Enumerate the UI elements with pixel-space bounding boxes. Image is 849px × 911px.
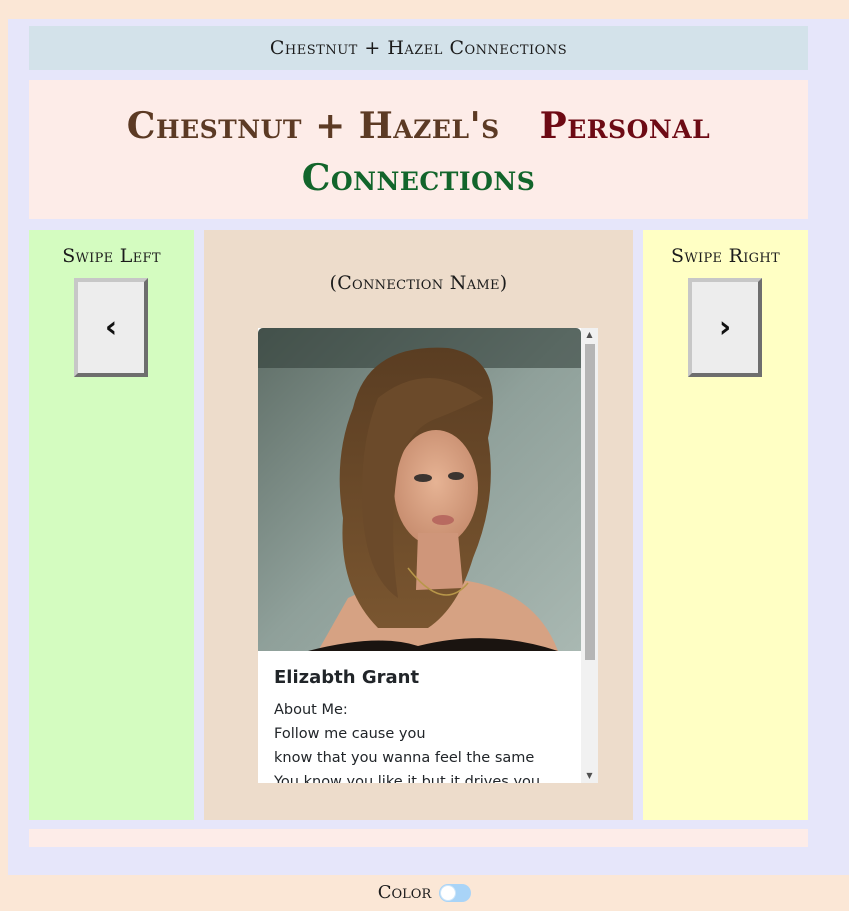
profile-name: Elizabth Grant <box>274 667 420 688</box>
hero-title-connections: Connections <box>301 157 536 199</box>
connection-name: (Connection Name) <box>329 272 508 294</box>
scroll-up-arrow-icon[interactable]: ▲ <box>581 328 598 342</box>
hero-title-owner: Chestnut + Hazel's <box>126 105 500 147</box>
chevron-right-icon: › <box>718 310 732 345</box>
card-scrollbar[interactable]: ▲ ▼ <box>581 328 598 783</box>
swipe-left-panel: Swipe Left ‹ <box>29 230 194 820</box>
site-title[interactable]: Chestnut + Hazel Connections <box>270 37 567 59</box>
profile-about: About Me: Follow me cause you know that … <box>274 698 565 783</box>
hero-banner: Chestnut + Hazel's Personal Connections <box>29 80 808 219</box>
top-navbar: Chestnut + Hazel Connections <box>29 26 808 70</box>
card-body: Elizabth Grant About Me: Follow me cause… <box>258 651 581 783</box>
color-toggle-row: Color <box>0 882 849 903</box>
toggle-knob <box>440 884 457 901</box>
scroll-down-arrow-icon[interactable]: ▼ <box>581 769 598 783</box>
color-toggle-switch[interactable] <box>439 883 472 902</box>
hero-title-personal: Personal <box>539 105 711 147</box>
hero-line-1: Chestnut + Hazel's Personal <box>29 100 808 152</box>
swipe-right-label: Swipe Right <box>671 245 780 267</box>
profile-card: Elizabth Grant About Me: Follow me cause… <box>258 328 581 783</box>
hero-line-2: Connections <box>29 152 808 204</box>
swipe-right-button[interactable]: › <box>688 278 762 377</box>
about-line: About Me: <box>274 702 348 718</box>
about-line: You know you like it but it drives you <box>274 774 541 783</box>
scrollbar-thumb[interactable] <box>585 344 595 660</box>
color-label: Color <box>377 882 432 903</box>
about-line: know that you wanna feel the same <box>274 750 535 766</box>
profile-card-scroll-area[interactable]: Elizabth Grant About Me: Follow me cause… <box>258 328 598 783</box>
about-line: Follow me cause you <box>274 726 426 742</box>
chevron-left-icon: ‹ <box>104 310 118 345</box>
swipe-left-label: Swipe Left <box>62 245 161 267</box>
swipe-left-button[interactable]: ‹ <box>74 278 148 377</box>
swipe-right-panel: Swipe Right › <box>643 230 808 820</box>
connection-panel: (Connection Name) Elizabth Grant About M… <box>204 230 633 820</box>
footer-strip <box>29 829 808 847</box>
profile-photo <box>258 328 581 651</box>
